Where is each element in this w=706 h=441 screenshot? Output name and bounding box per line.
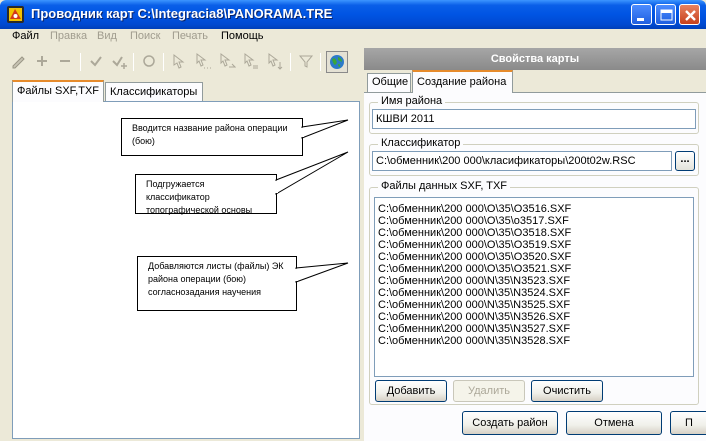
region-name-input[interactable]: КШВИ 2011 — [372, 109, 696, 129]
toolbar-separator — [133, 53, 134, 71]
list-item[interactable]: C:\обменник\200 000\O\35\O3521.SXF — [375, 263, 693, 275]
pointer-dots-icon[interactable] — [194, 52, 212, 70]
menu-search[interactable]: Поиск — [130, 29, 160, 43]
minimize-icon — [637, 18, 644, 21]
add-icon[interactable] — [33, 52, 51, 70]
menu-file[interactable]: Файл — [12, 29, 39, 43]
list-item[interactable]: C:\обменник\200 000\O\35\O3518.SXF — [375, 227, 693, 239]
cancel-button[interactable]: Отмена — [566, 411, 662, 435]
list-item[interactable]: C:\обменник\200 000\N\35\N3523.SXF — [375, 275, 693, 287]
pointer-down-icon[interactable] — [266, 52, 284, 70]
list-item[interactable]: C:\обменник\200 000\N\35\N3524.SXF — [375, 287, 693, 299]
pointer-arrow-icon[interactable] — [218, 52, 236, 70]
list-item[interactable]: C:\обменник\200 000\N\35\N3526.SXF — [375, 311, 693, 323]
pointer-swap-icon[interactable] — [242, 52, 260, 70]
check-plus-icon[interactable] — [110, 52, 128, 70]
cut-off-button[interactable]: П — [670, 411, 706, 435]
add-files-button[interactable]: Добавить — [375, 380, 447, 402]
data-files-label: Файлы данных SXF, TXF — [378, 180, 511, 192]
title-bar[interactable]: Проводник карт C:\Integracia8\PANORAMA.T… — [0, 0, 706, 29]
close-button[interactable] — [679, 4, 700, 25]
pencil-icon[interactable] — [10, 52, 28, 70]
list-item[interactable]: C:\обменник\200 000\N\35\N3528.SXF — [375, 335, 693, 347]
tab-classifiers[interactable]: Классификаторы — [105, 82, 203, 102]
tab-label: Файлы SXF,TXF — [17, 85, 100, 97]
tab-general[interactable]: Общие — [367, 73, 411, 92]
toolbar-separator — [320, 53, 321, 71]
list-item[interactable]: C:\обменник\200 000\N\35\N3525.SXF — [375, 299, 693, 311]
toolbar-separator — [290, 53, 291, 71]
list-item[interactable]: C:\обменник\200 000\O\35\O3519.SXF — [375, 239, 693, 251]
clear-files-button[interactable]: Очистить — [531, 380, 603, 402]
map-properties-pane: Свойства карты Общие Создание района Имя… — [364, 48, 706, 441]
minimize-button[interactable] — [631, 4, 652, 25]
globe-icon[interactable] — [326, 51, 348, 73]
list-item[interactable]: C:\обменник\200 000\O\35\O3520.SXF — [375, 251, 693, 263]
tab-label: Общие — [372, 76, 409, 88]
callout-classifier: Подгружается классификатор топографическ… — [135, 174, 277, 215]
filter-icon[interactable] — [297, 52, 315, 70]
list-item[interactable]: C:\обменник\200 000\O\35\O3516.SXF — [375, 203, 693, 215]
menu-edit[interactable]: Правка — [50, 29, 87, 43]
menu-bar: Файл Правка Вид Поиск Печать Помощь — [0, 29, 706, 43]
tab-create-region[interactable]: Создание района — [412, 70, 513, 93]
classifier-browse-button[interactable]: ... — [675, 151, 695, 171]
window-title: Проводник карт C:\Integracia8\PANORAMA.T… — [31, 6, 333, 21]
check-icon[interactable] — [87, 52, 105, 70]
callout-data-files: Добавляются листы (файлы) ЭК района опер… — [137, 256, 297, 311]
classifier-path-input[interactable]: C:\обменник\200 000\класификаторы\200t02… — [372, 151, 672, 171]
create-region-button[interactable]: Создать район — [462, 411, 558, 435]
refresh-icon[interactable] — [140, 52, 158, 70]
classifier-label: Классификатор — [378, 137, 464, 149]
tab-label: Создание района — [417, 76, 507, 88]
map-properties-header: Свойства карты — [364, 48, 706, 70]
data-files-list[interactable]: C:\обменник\200 000\O\35\O3516.SXF C:\об… — [374, 197, 694, 377]
pointer-icon[interactable] — [170, 52, 188, 70]
toolbar-separator — [80, 53, 81, 71]
list-item[interactable]: C:\обменник\200 000\O\35\o3517.SXF — [375, 215, 693, 227]
tab-sxf-txf-files[interactable]: Файлы SXF,TXF — [12, 80, 104, 102]
menu-help[interactable]: Помощь — [221, 29, 264, 43]
delete-files-button[interactable]: Удалить — [453, 380, 525, 402]
toolbar-separator — [163, 53, 164, 71]
menu-print[interactable]: Печать — [172, 29, 208, 43]
app-icon — [7, 6, 24, 23]
menu-view[interactable]: Вид — [97, 29, 117, 43]
remove-icon[interactable] — [56, 52, 74, 70]
list-item[interactable]: C:\обменник\200 000\N\35\N3527.SXF — [375, 323, 693, 335]
toolbar — [0, 44, 360, 80]
callout-region-name: Вводится название района операции (бою) — [121, 118, 303, 156]
close-icon — [685, 10, 696, 21]
tab-label: Классификаторы — [110, 86, 198, 98]
maximize-button[interactable] — [655, 4, 676, 25]
maximize-icon — [660, 9, 673, 21]
region-name-label: Имя района — [378, 95, 446, 107]
create-region-tab-body: Имя района КШВИ 2011 Классификатор C:\об… — [364, 92, 706, 441]
